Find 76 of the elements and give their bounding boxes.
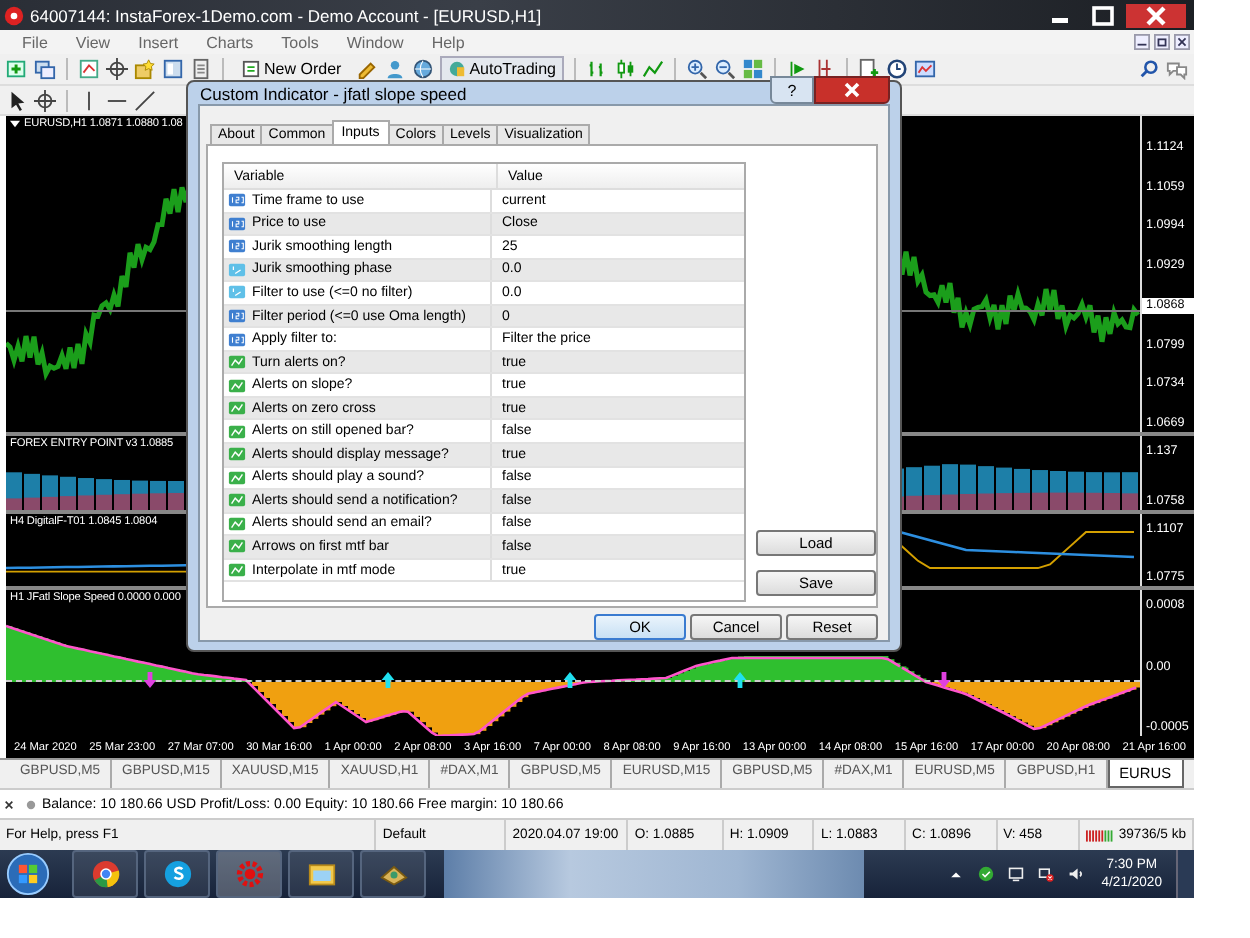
down-arrow-icon	[935, 670, 952, 690]
window-title: 64007144: InstaForex-1Demo.com - Demo Account - [EURUSD,H1]	[30, 5, 542, 25]
browser-icon	[91, 860, 119, 888]
close-icon[interactable]	[4, 799, 14, 809]
restore-icon[interactable]	[1154, 34, 1170, 50]
close-button[interactable]	[1126, 3, 1186, 27]
number-icon	[228, 238, 246, 255]
help-button[interactable]: ?	[770, 76, 814, 104]
close-icon	[842, 82, 862, 98]
candlestick-icon[interactable]	[613, 58, 636, 80]
menu-item[interactable]: File	[8, 33, 62, 51]
tile-icon[interactable]	[741, 58, 764, 80]
graph-icon	[228, 562, 246, 579]
up-arrow-icon	[731, 670, 748, 690]
bar-chart-icon[interactable]	[585, 58, 608, 80]
windows-icon[interactable]	[34, 58, 56, 80]
dropdown-triangle-icon[interactable]	[10, 120, 20, 128]
gear-icon	[235, 860, 263, 888]
trend-line-icon[interactable]	[134, 89, 156, 111]
graph-icon	[228, 492, 246, 509]
clock-icon[interactable]	[885, 58, 908, 80]
number-icon	[228, 215, 246, 232]
taskbar-app[interactable]	[360, 850, 426, 898]
network-icon[interactable]	[1037, 866, 1054, 882]
document-icon[interactable]	[190, 58, 212, 80]
menu-item[interactable]: Help	[417, 33, 479, 51]
graph-icon	[228, 515, 246, 532]
app-logo-icon	[4, 5, 24, 25]
up-arrow-icon	[380, 670, 397, 690]
search-icon[interactable]	[1138, 58, 1160, 80]
taskbar-app[interactable]	[72, 850, 138, 898]
cursor-icon[interactable]	[6, 89, 28, 111]
panel-icon[interactable]	[162, 58, 184, 80]
graph-icon	[228, 400, 246, 417]
start-button[interactable]	[6, 852, 50, 896]
graph-icon	[228, 423, 246, 440]
close-icon[interactable]	[1174, 34, 1190, 50]
graph-icon	[228, 469, 246, 486]
graph-icon	[228, 538, 246, 555]
number-icon	[228, 331, 246, 348]
menu-item[interactable]: View	[61, 33, 125, 51]
decimal-icon	[228, 261, 246, 278]
zoom-in-icon[interactable]	[685, 58, 708, 80]
menu-item[interactable]: Tools	[267, 33, 333, 51]
dialog-title: Custom Indicator - jfatl slope speed	[200, 83, 467, 103]
zoom-out-icon[interactable]	[713, 58, 736, 80]
up-arrow-icon	[561, 670, 578, 690]
speaker-icon[interactable]	[1067, 866, 1084, 882]
shift-icon[interactable]	[813, 58, 836, 80]
folder-icon	[307, 860, 335, 888]
number-icon	[228, 192, 246, 209]
line-chart-icon[interactable]	[641, 58, 664, 80]
circle-icon	[26, 799, 36, 809]
monitor-icon[interactable]	[1007, 866, 1024, 882]
taskbar-app[interactable]	[288, 850, 354, 898]
menu-item[interactable]: Insert	[124, 33, 193, 51]
template-icon[interactable]	[913, 58, 936, 80]
add-window-icon[interactable]	[6, 58, 28, 80]
decimal-icon	[228, 284, 246, 301]
number-icon	[228, 308, 246, 324]
shield-check-icon[interactable]	[977, 866, 994, 882]
taskbar-app[interactable]	[144, 850, 210, 898]
autotrading-button[interactable]: AutoTrading	[439, 56, 564, 82]
minimize-icon[interactable]	[1134, 34, 1150, 50]
graph-icon	[228, 354, 246, 371]
document-plus-icon[interactable]	[857, 58, 880, 80]
graph-icon	[228, 446, 246, 463]
menu-item[interactable]: Window	[332, 33, 418, 51]
close-button[interactable]	[814, 76, 890, 104]
chat-icon[interactable]	[1166, 58, 1188, 80]
crosshair-icon[interactable]	[106, 58, 128, 80]
connection-bars-icon	[1086, 829, 1115, 841]
graph-icon	[228, 377, 246, 394]
menu-item[interactable]: Charts	[192, 33, 268, 51]
down-arrow-icon	[142, 670, 159, 690]
crosshair-icon[interactable]	[34, 89, 56, 111]
